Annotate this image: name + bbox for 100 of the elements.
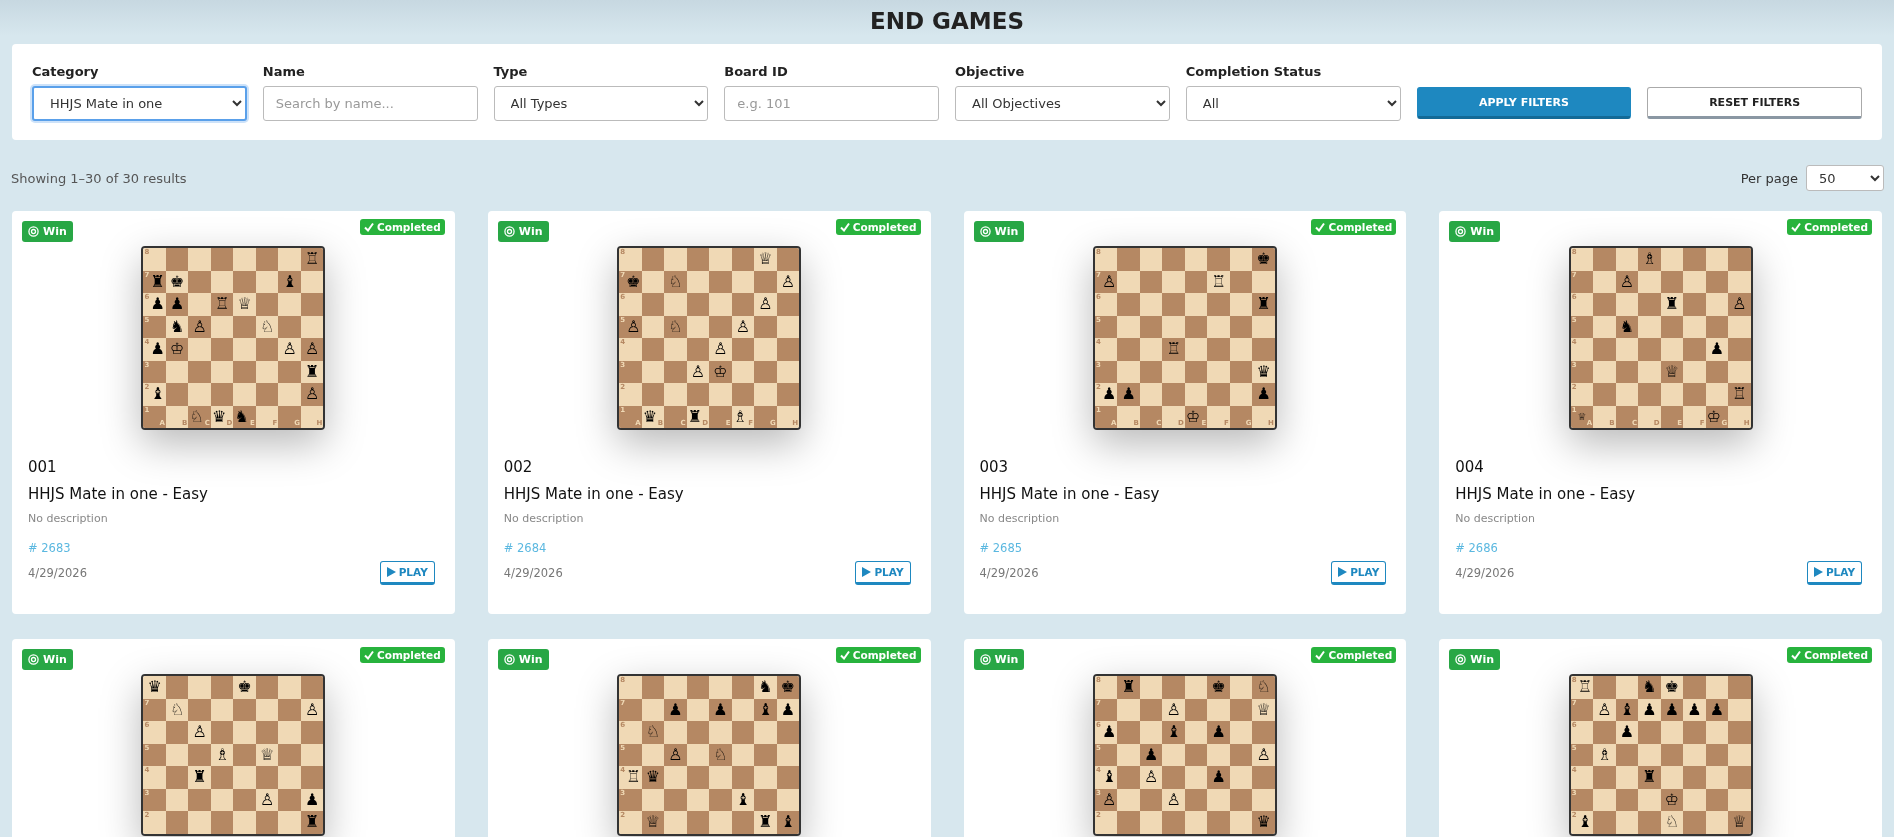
chess-piece-icon: ♙ [304,701,320,718]
chess-piece-icon: ♙ [713,341,728,358]
chess-piece-icon: ♙ [780,273,796,290]
chess-piece-icon: ♙ [192,318,207,335]
chess-piece-icon: ♝ [735,791,751,808]
play-button[interactable]: PLAY [1806,561,1862,585]
check-icon [839,222,850,232]
chess-piece-icon: ♗ [1642,251,1657,268]
chess-piece-icon: ♚ [1664,679,1680,696]
chess-piece-icon: ♟ [1121,386,1136,403]
chess-piece-icon: ♟ [1143,746,1159,763]
objective-label: Win [518,653,543,666]
filter-select[interactable]: All Types [493,86,709,121]
chess-piece-icon: ♘ [1664,814,1680,831]
chess-piece-icon: ♕ [1577,411,1587,422]
chess-piece-icon: ♙ [1732,296,1747,313]
chess-piece-icon: ♗ [732,408,747,425]
chess-piece-icon: ♕ [1664,363,1680,380]
apply-button[interactable]: APPLY FILTERS [1416,87,1632,119]
chess-piece-icon: ♕ [1732,814,1747,831]
puzzle-number: 004 [1455,458,1485,476]
chess-piece-icon: ♟ [1102,386,1117,403]
chess-piece-icon: ♙ [1597,701,1612,718]
chess-piece-icon: ♛ [1256,814,1271,831]
filter-label: Name [262,64,306,79]
puzzle-title: HHJS Mate in one - Easy [979,485,1161,503]
status-label: Completed [377,221,441,233]
puzzle-date: 4/29/2026 [979,566,1039,580]
puzzle-number: 003 [979,458,1010,476]
chess-piece-icon: ♟ [150,341,165,358]
filter-select[interactable]: HHJS Mate in one [32,86,247,121]
chess-piece-icon: ♗ [1597,746,1612,763]
chess-piece-icon: ♙ [1166,701,1181,718]
target-icon [1455,654,1467,665]
puzzle-date: 4/29/2026 [503,566,563,580]
chess-piece-icon: ♟ [1709,701,1725,718]
chess-piece-icon: ♝ [150,386,165,403]
filter-label: Board ID [724,64,789,79]
chess-piece-icon: ♟ [1619,724,1635,741]
play-button[interactable]: PLAY [1331,561,1387,585]
check-icon [364,222,374,232]
chess-piece-icon: ♟ [1664,701,1680,718]
chess-piece-icon: ♙ [304,386,320,403]
chess-piece-icon: ♕ [259,746,275,763]
chess-piece-icon: ♕ [645,814,661,831]
status-label: Completed [1804,649,1868,661]
play-button[interactable]: PLAY [379,561,435,585]
puzzle-description: No description [503,512,585,525]
per-page-select[interactable]: 50 [1806,165,1884,191]
filter-select[interactable]: All Objectives [955,86,1170,121]
chess-piece-icon: ♜ [758,814,773,831]
play-button[interactable]: PLAY [855,561,911,585]
chess-piece-icon: ♞ [234,408,249,425]
filter-input[interactable]: Search by name... [262,86,478,121]
target-icon [28,226,39,237]
filter-label: Objective [955,64,1026,79]
board-id: # 2683 [28,541,72,555]
filter-input[interactable]: e.g. 101 [724,86,939,121]
chess-piece-icon: ♟ [1211,769,1226,786]
puzzle-title: HHJS Mate in one - Easy [1455,485,1637,503]
chess-piece-icon: ♙ [192,724,207,741]
puzzle-number: 002 [503,458,534,476]
puzzle-title: HHJS Mate in one - Easy [28,485,209,503]
chess-piece-icon: ♕ [758,251,773,268]
play-icon [386,567,396,577]
status-label: Completed [1328,649,1393,661]
chess-piece-icon: ♟ [1102,724,1117,741]
chess-piece-icon: ♙ [1166,791,1181,808]
objective-label: Win [994,225,1019,238]
chess-piece-icon: ♚ [1211,679,1226,696]
chess-piece-icon: ♖ [214,296,230,313]
objective-label: Win [994,653,1019,666]
board-id: # 2686 [1455,541,1499,555]
chess-piece-icon: ♝ [282,273,297,290]
objective-label: Win [1470,653,1494,666]
chess-piece-icon: ♝ [1577,814,1593,831]
chess-piece-icon: ♝ [780,814,796,831]
play-icon [862,567,872,577]
chess-piece-icon: ♙ [304,341,320,358]
chess-piece-icon: ♞ [169,318,185,335]
chess-piece-icon: ♜ [192,769,207,786]
filter-select[interactable]: All [1185,86,1401,121]
chess-piece-icon: ♙ [1256,746,1271,763]
chess-piece-icon: ♚ [237,679,252,696]
puzzle-date: 4/29/2026 [28,566,87,580]
chess-piece-icon: ♟ [1642,701,1657,718]
chess-piece-icon: ♛ [642,408,657,425]
chess-piece-icon: ♔ [1706,408,1721,425]
status-label: Completed [1328,221,1393,233]
chess-piece-icon: ♖ [1577,679,1593,696]
chess-piece-icon: ♖ [304,251,320,268]
chess-piece-icon: ♙ [1102,791,1117,808]
check-icon [1315,222,1326,232]
filter-label: Completion Status [1185,64,1323,79]
puzzle-description: No description [979,512,1061,525]
check-icon [1791,222,1802,232]
reset-button[interactable]: RESET FILTERS [1647,87,1862,119]
target-icon [979,226,991,237]
filter-label: Category [32,64,100,79]
chess-piece-icon: ♔ [1185,408,1201,425]
